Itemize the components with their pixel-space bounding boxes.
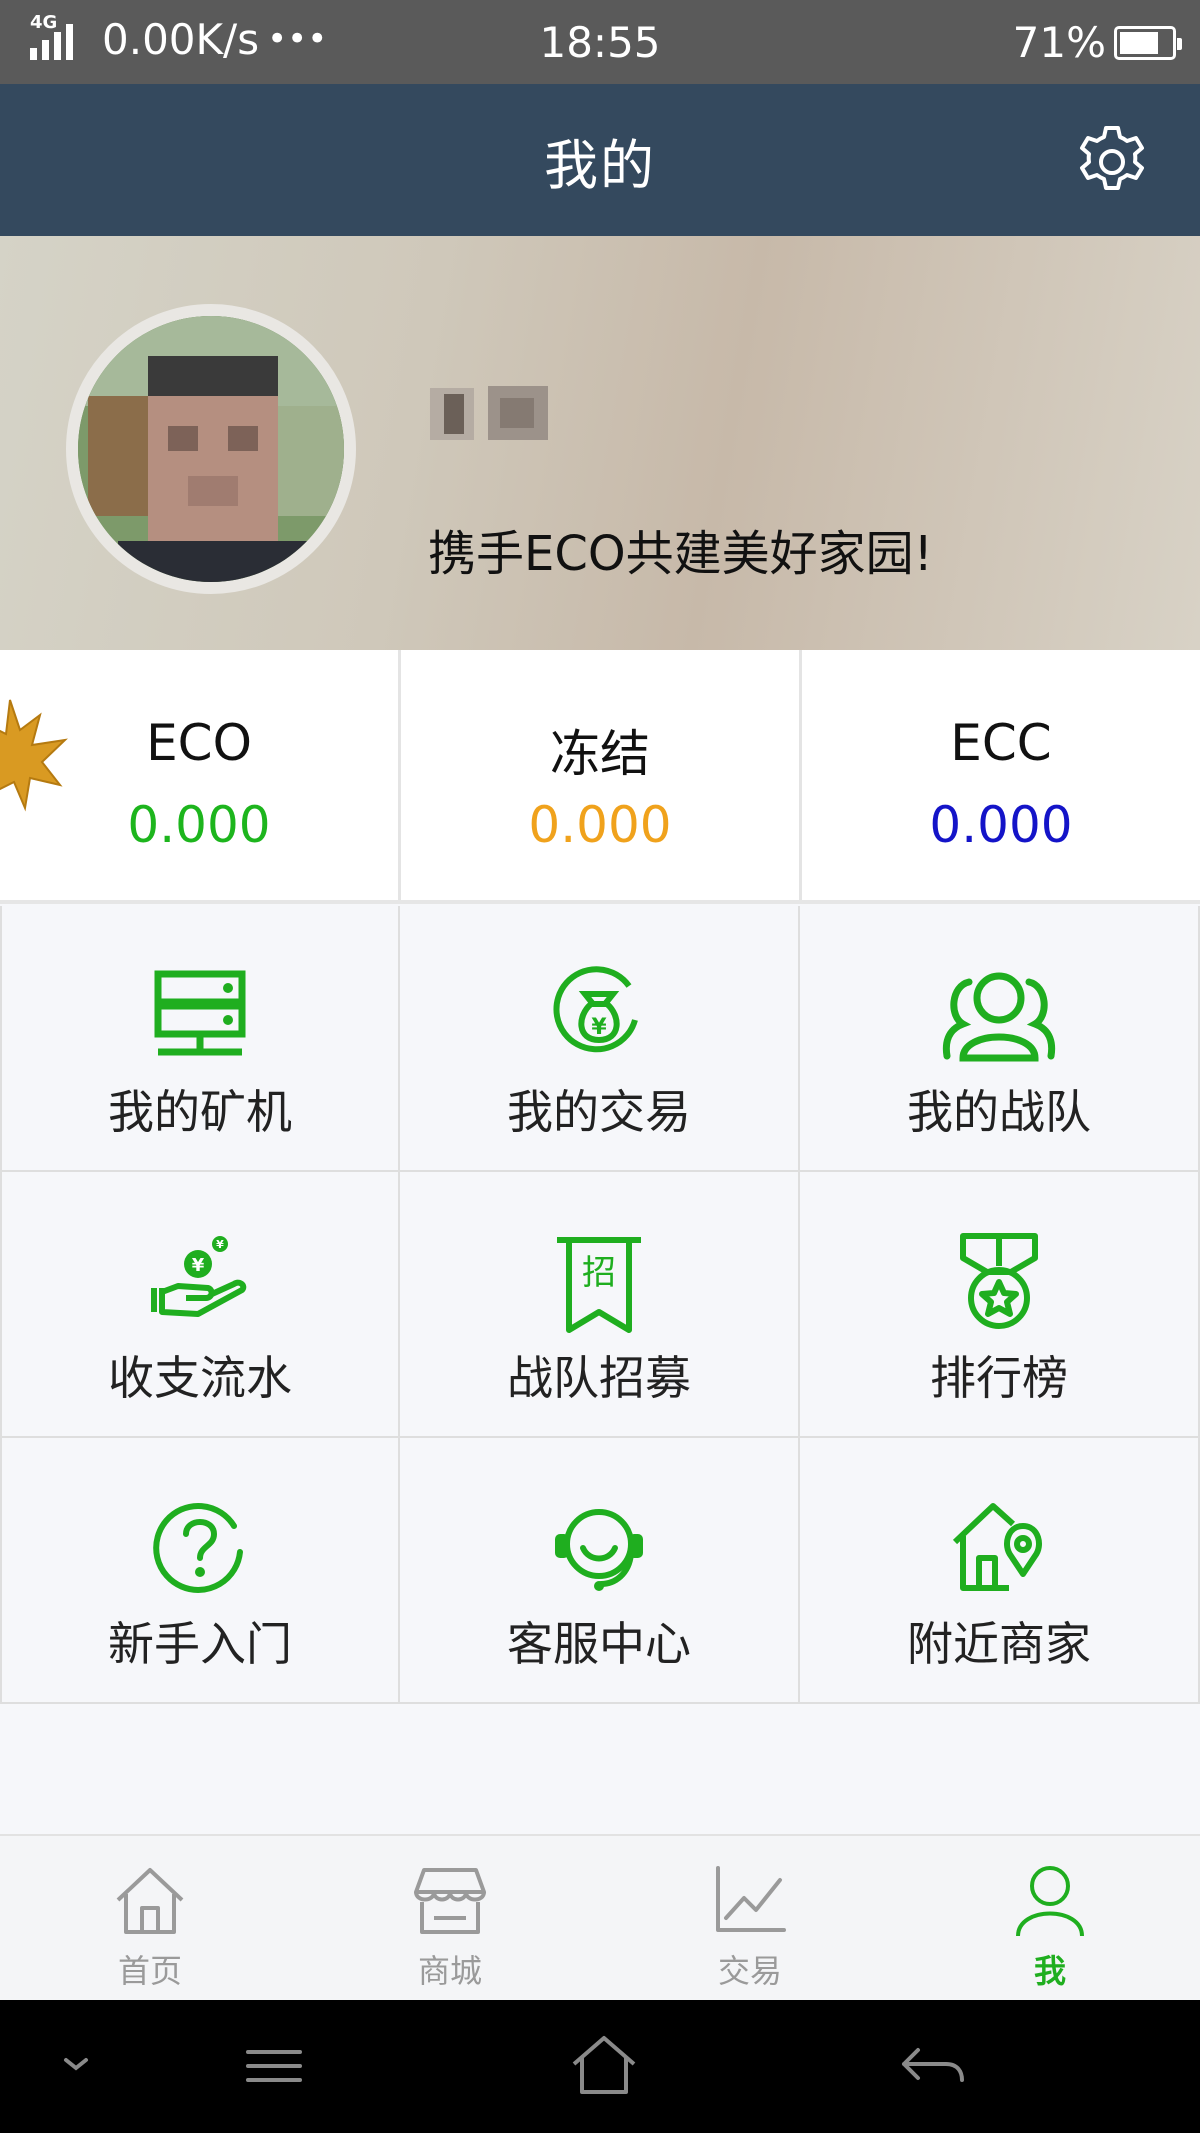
menu-my-miner[interactable]: 我的矿机 [0,906,400,1172]
balance-value: 0.000 [127,796,271,854]
status-right: 71% [1012,18,1182,67]
balance-eco[interactable]: ECO 0.000 [0,650,401,900]
balance-panel: ECO 0.000 冻结 0.000 ECC 0.000 [0,650,1200,904]
hand-coin-icon: ¥ ¥ [151,1236,247,1317]
nav-home[interactable]: 首页 [50,1836,250,2002]
menu-income-expense[interactable]: ¥ ¥ 收支流水 [0,1172,400,1438]
menu-label: 我的交易 [507,1085,691,1139]
menu-label: 附近商家 [907,1617,1091,1671]
menu-team-recruit[interactable]: 招 战队招募 [400,1172,800,1438]
menu-beginner-guide[interactable]: 新手入门 [0,1438,400,1704]
page-title: 我的 [544,133,656,197]
app-header: 我的 [0,84,1200,236]
user-icon [1016,1866,1084,1937]
menu-label: 新手入门 [108,1617,292,1671]
medal-icon [960,1233,1038,1329]
balance-ecc[interactable]: ECC 0.000 [802,650,1200,900]
store-icon [414,1868,486,1934]
balance-label: 冻结 [550,725,650,783]
menu-grid: 我的矿机 ¥ 我的交易 我的战队 ¥ ¥ 收支流水 招 战队招募 排行榜 新手入… [0,906,1200,1704]
menu-customer-service[interactable]: 客服中心 [400,1438,800,1704]
svg-text:¥: ¥ [192,1255,205,1276]
nav-label: 我 [1033,1952,1066,1990]
settings-button[interactable] [1074,124,1150,200]
headset-icon [555,1509,643,1591]
chevron-down-icon[interactable] [36,2030,116,2100]
username-redacted [430,384,560,444]
back-icon[interactable] [894,2030,974,2100]
svg-text:¥: ¥ [216,1238,224,1251]
menu-my-team[interactable]: 我的战队 [800,906,1200,1172]
question-icon [153,1502,243,1593]
balance-label: ECC [950,714,1052,772]
home-icon [116,1868,184,1934]
status-bar: 4G 0.00K/s ••• 18:55 71% [0,0,1200,84]
money-bag-icon: ¥ [553,966,638,1053]
menu-label: 战队招募 [507,1351,691,1405]
battery-icon [1114,25,1182,60]
nav-label: 交易 [717,1952,782,1990]
menu-nearby-merchants[interactable]: 附近商家 [800,1438,1200,1704]
menu-label: 客服中心 [507,1617,691,1671]
status-left: 4G 0.00K/s ••• [28,12,328,64]
nav-label: 商城 [417,1952,482,1990]
menu-label: 我的战队 [907,1085,1091,1139]
balance-label: ECO [146,714,252,772]
avatar[interactable] [66,304,356,594]
network-type: 4G [30,12,58,33]
balance-frozen[interactable]: 冻结 0.000 [401,650,802,900]
nav-label: 首页 [117,1952,182,1990]
bottom-nav: 首页 商城 交易 我 [0,1834,1200,2000]
home-icon[interactable] [564,2030,644,2100]
balance-value: 0.000 [929,796,1073,854]
menu-label: 我的矿机 [108,1085,292,1139]
profile-banner: 携手ECO共建美好家园! [0,236,1200,650]
menu-leaderboard[interactable]: 排行榜 [800,1172,1200,1438]
profile-motto: 携手ECO共建美好家园! [428,526,933,582]
battery-percent: 71% [1012,18,1106,67]
more-dots: ••• [267,19,328,59]
balance-value: 0.000 [528,796,672,854]
menu-my-trade[interactable]: ¥ 我的交易 [400,906,800,1172]
gear-icon [1080,126,1144,190]
menu-label: 收支流水 [108,1351,292,1405]
recruit-banner-icon: 招 [557,1237,641,1333]
server-icon [154,970,246,1056]
nav-me[interactable]: 我 [950,1836,1150,2002]
svg-text:招: 招 [582,1253,616,1293]
nav-store[interactable]: 商城 [350,1836,550,2002]
network-speed: 0.00K/s [102,14,260,64]
menu-label: 排行榜 [930,1351,1068,1405]
signal-icon: 4G [28,12,88,64]
house-location-icon [952,1503,1042,1591]
svg-text:¥: ¥ [591,1015,607,1040]
chart-icon [716,1866,786,1932]
nav-trade[interactable]: 交易 [650,1836,850,2002]
team-icon [942,972,1056,1062]
system-nav-bar [0,2000,1200,2133]
menu-icon[interactable] [238,2030,318,2100]
